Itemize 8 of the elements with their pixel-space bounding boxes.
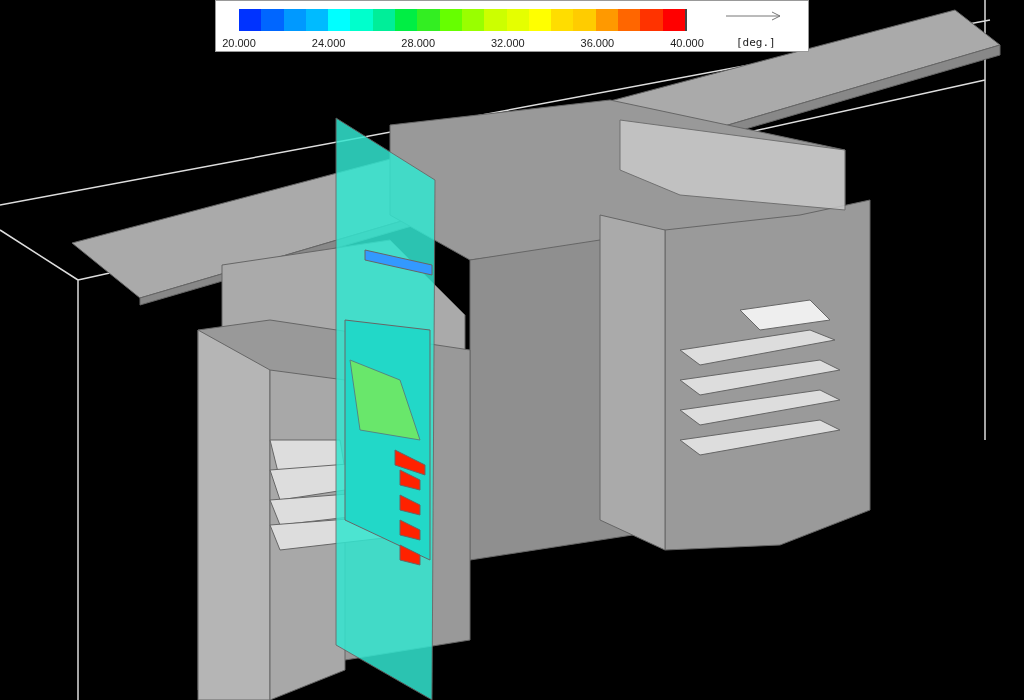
scale-label: 20.000 <box>222 37 256 51</box>
arrow-icon <box>726 11 782 21</box>
unit-label: [deg.] <box>736 35 776 51</box>
scale-label: 24.000 <box>311 37 346 51</box>
scale-label: 32.000 <box>490 37 525 51</box>
scale-label: 28.000 <box>401 37 435 51</box>
scale-label: 36.000 <box>580 37 615 51</box>
scale-label: 40.000 <box>670 37 704 51</box>
